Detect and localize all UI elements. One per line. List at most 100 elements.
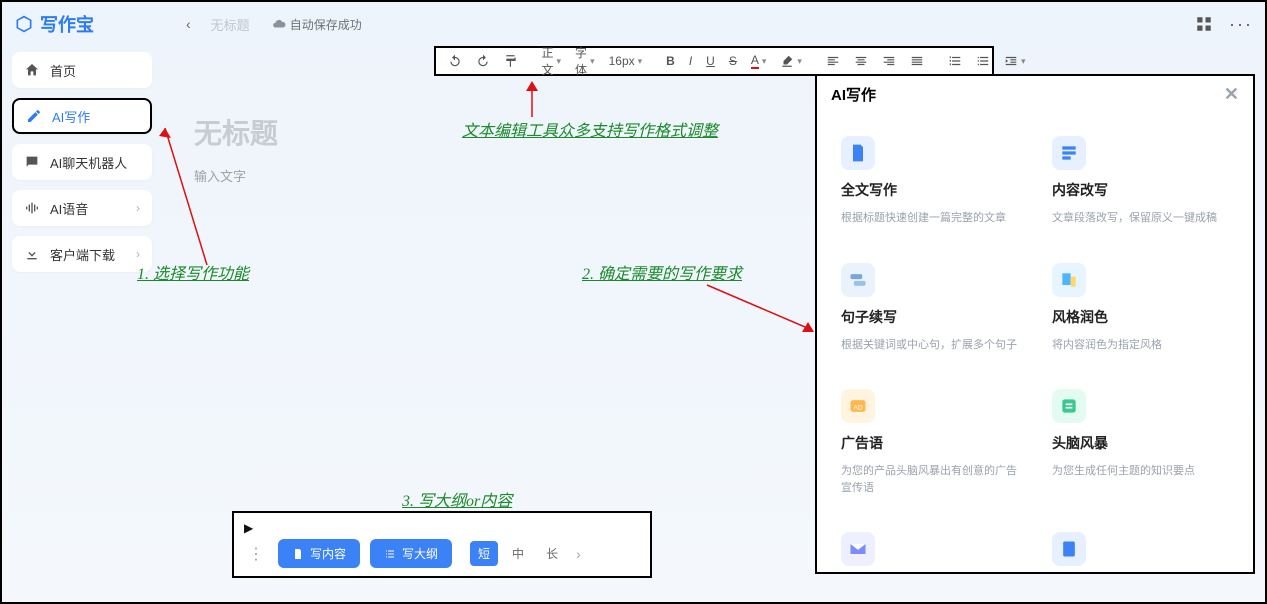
home-icon [24,62,40,78]
close-icon[interactable]: ✕ [1224,84,1239,105]
autosave-status: 自动保存成功 [272,16,362,33]
indent-button[interactable]: ▾ [1002,52,1028,70]
italic-button[interactable]: I [687,52,694,70]
ai-card-desc: 根据标题快速创建一篇完整的文章 [841,210,1018,227]
length-options: 短 中 长 › [470,541,585,566]
length-long[interactable]: 长 [538,541,566,566]
editor-toolbar: 正文▾ 字体▾ 16px▾ B I U S A▾ ▾ ▾ [434,46,994,76]
ai-card-desc: 根据关键词或中心句，扩展多个句子 [841,337,1018,354]
chevron-right-icon: › [136,247,140,261]
sidebar-item-label: AI聊天机器人 [50,153,127,172]
length-next-icon[interactable]: › [572,546,585,562]
sidebar-item-home[interactable]: 首页 [12,52,152,88]
ai-card-continue[interactable]: 句子续写 根据关键词或中心句，扩展多个句子 [831,251,1028,364]
ai-card-title: 广告语 [841,433,1018,453]
ai-card-title: 全文写作 [841,180,1018,200]
align-justify-button[interactable] [908,52,926,70]
align-right-button[interactable] [880,52,898,70]
ai-card-desc: 将内容润色为指定风格 [1052,337,1229,354]
ai-panel-title: AI写作 [831,84,876,105]
ai-card-slogan[interactable]: AD 广告语 为您的产品头脑风暴出有创意的广告宣传语 [831,377,1028,506]
doc-icon [292,548,304,560]
list-icon [384,548,396,560]
strikethrough-button[interactable]: S [727,52,739,70]
align-left-button[interactable] [824,52,842,70]
svg-text:AD: AD [853,404,862,411]
doc-title-crumb: 无标题 [211,15,250,34]
chevron-down-icon: ▾ [797,56,802,67]
polish-icon [1052,263,1086,297]
chevron-down-icon: ▾ [638,56,643,67]
ai-card-desc: 文章段落改写，保留原义一键成稿 [1052,210,1229,227]
editor[interactable]: 无标题 输入文字 [194,112,714,185]
ad-icon: AD [841,389,875,423]
download-icon [24,246,40,262]
back-button[interactable]: ‹ [178,12,199,36]
ai-card-extra-2[interactable] [1042,520,1239,572]
format-painter-button[interactable] [502,52,520,70]
highlight-color-button[interactable]: ▾ [778,52,804,70]
logo-icon [14,14,34,34]
apps-icon[interactable] [1195,15,1213,33]
text-color-button[interactable]: A▾ [749,51,769,71]
paragraph-style-select[interactable]: 正文▾ [540,42,564,80]
chevron-down-icon: ▾ [557,56,562,67]
app-logo[interactable]: 写作宝 [14,11,94,37]
ai-card-polish[interactable]: 风格润色 将内容润色为指定风格 [1042,251,1239,364]
undo-button[interactable] [446,52,464,70]
mail-icon [841,532,875,566]
write-outline-label: 写大纲 [402,545,438,562]
continue-icon [841,263,875,297]
ai-card-brainstorm[interactable]: 头脑风暴 为您生成任何主题的知识要点 [1042,377,1239,506]
sidebar-item-label: 首页 [50,61,76,80]
pencil-icon [26,108,42,124]
sidebar-item-ai-chat[interactable]: AI聊天机器人 [12,144,152,180]
ai-write-panel: AI写作 ✕ 全文写作 根据标题快速创建一篇完整的文章 内容改写 文章段落改写，… [815,74,1255,574]
length-short[interactable]: 短 [470,541,498,566]
topbar: 写作宝 ‹ 无标题 自动保存成功 ··· [2,2,1265,46]
sidebar-item-label: AI写作 [52,107,90,126]
unordered-list-button[interactable] [974,52,992,70]
ai-card-title: 内容改写 [1052,180,1229,200]
chevron-down-icon: ▾ [1021,56,1026,67]
ai-card-full-article[interactable]: 全文写作 根据标题快速创建一篇完整的文章 [831,124,1028,237]
length-mid[interactable]: 中 [504,541,532,566]
chevron-down-icon: ▾ [762,56,767,67]
font-size-label: 16px [609,54,635,68]
rewrite-icon [1052,136,1086,170]
doc-body-input[interactable]: 输入文字 [194,166,714,185]
ordered-list-button[interactable] [946,52,964,70]
redo-button[interactable] [474,52,492,70]
ai-card-title: 风格润色 [1052,307,1229,327]
ai-card-desc: 为您生成任何主题的知识要点 [1052,463,1229,480]
autosave-label: 自动保存成功 [290,16,362,33]
sidebar-item-label: 客户端下载 [50,245,115,264]
paragraph-style-label: 正文 [542,44,554,78]
write-content-label: 写内容 [310,545,346,562]
sidebar-item-ai-write[interactable]: AI写作 [12,98,152,134]
chevron-down-icon: ▾ [590,56,595,67]
panel-more-icon[interactable]: ⋮ [244,544,268,564]
sidebar-item-ai-voice[interactable]: AI语音 › [12,190,152,226]
brainstorm-icon [1052,389,1086,423]
bold-button[interactable]: B [664,52,677,70]
font-family-select[interactable]: 字体▾ [573,42,597,80]
write-content-button[interactable]: 写内容 [278,539,360,568]
underline-button[interactable]: U [704,52,717,70]
font-size-select[interactable]: 16px▾ [607,52,645,70]
ai-card-rewrite[interactable]: 内容改写 文章段落改写，保留原义一键成稿 [1042,124,1239,237]
sidebar: 首页 AI写作 AI聊天机器人 AI语音 › 客户端下载 › [2,46,162,602]
write-outline-button[interactable]: 写大纲 [370,539,452,568]
app-name: 写作宝 [40,11,94,37]
ai-card-extra-1[interactable] [831,520,1028,572]
doc-title-input[interactable]: 无标题 [194,112,714,152]
note-icon [1052,532,1086,566]
align-center-button[interactable] [852,52,870,70]
more-icon[interactable]: ··· [1229,14,1253,35]
sidebar-item-label: AI语音 [50,199,88,218]
ai-card-title: 头脑风暴 [1052,433,1229,453]
ai-card-desc: 为您的产品头脑风暴出有创意的广告宣传语 [841,463,1018,496]
cloud-icon [272,17,286,31]
panel-caret-icon: ▶ [244,521,640,535]
sidebar-item-download[interactable]: 客户端下载 › [12,236,152,272]
